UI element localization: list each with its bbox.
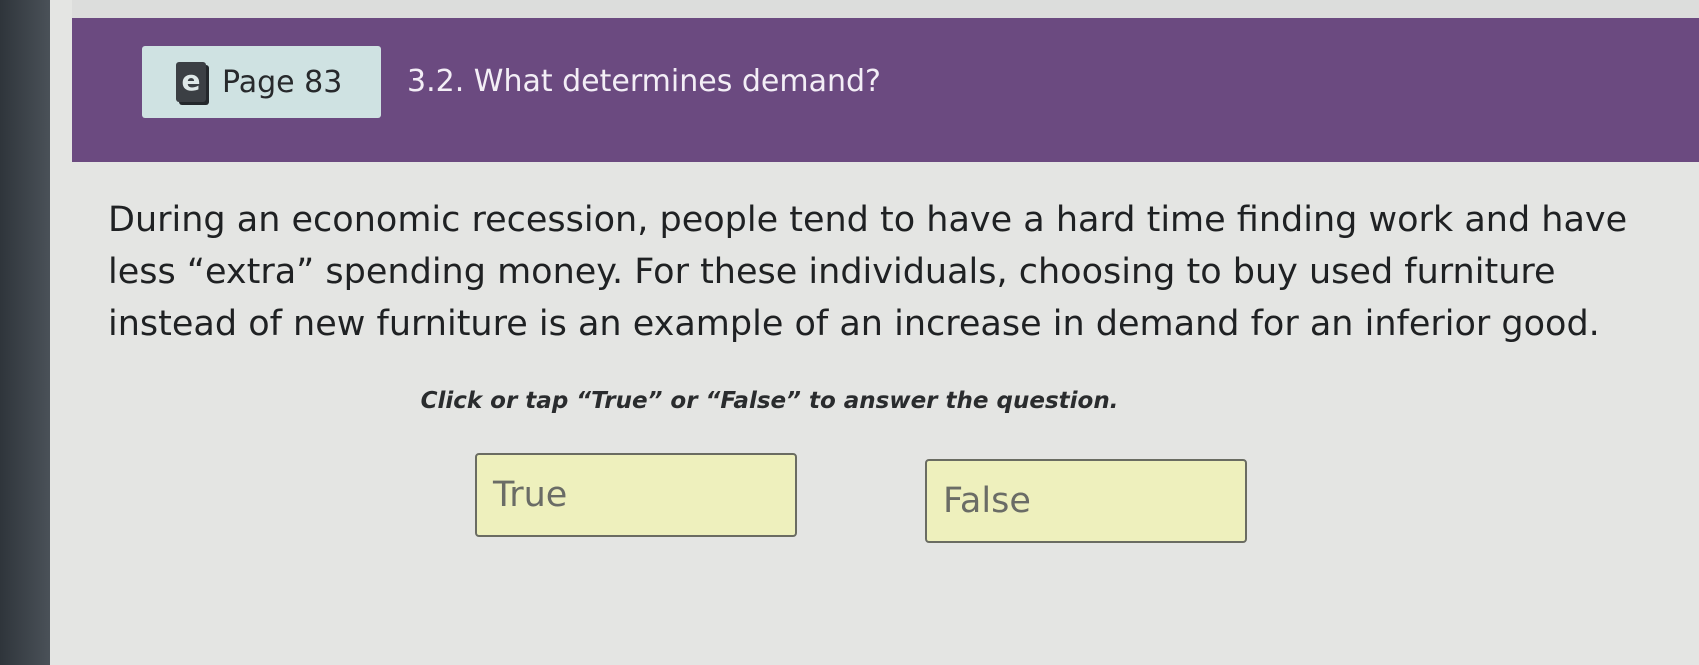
screen: e Page 83 3.2. What determines demand? D… xyxy=(50,0,1699,665)
ebook-icon: e xyxy=(176,62,206,102)
section-title: 3.2. What determines demand? xyxy=(407,64,881,99)
instruction-text: Click or tap “True” or “False” to answer… xyxy=(420,388,1119,414)
false-button[interactable]: False xyxy=(925,459,1247,543)
question-text: During an economic recession, people ten… xyxy=(108,200,1628,344)
section-header: e Page 83 3.2. What determines demand? xyxy=(72,18,1699,162)
true-button[interactable]: True xyxy=(475,453,797,537)
true-button-label: True xyxy=(493,475,568,515)
page-badge[interactable]: e Page 83 xyxy=(142,46,381,118)
top-strip xyxy=(72,0,1699,20)
device-bezel xyxy=(0,0,50,665)
false-button-label: False xyxy=(943,481,1031,521)
page-label: Page 83 xyxy=(222,64,343,100)
